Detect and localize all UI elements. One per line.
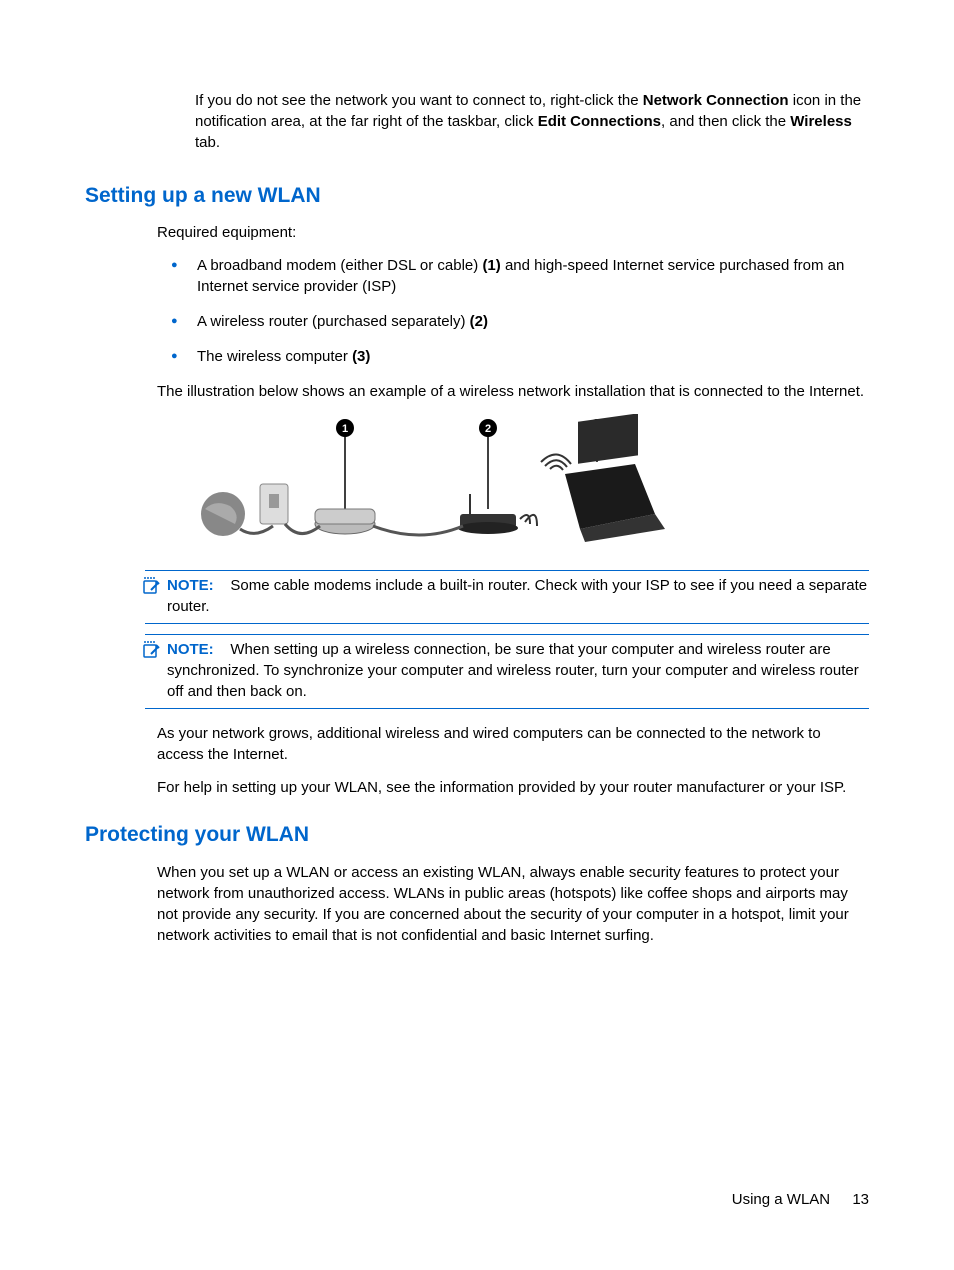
svg-text:1: 1 [342,423,348,435]
note-icon [141,639,161,659]
note-block: NOTE: Some cable modems include a built-… [145,570,869,624]
bold-text: (2) [470,313,488,330]
note-label: NOTE: [167,641,214,658]
svg-text:2: 2 [485,423,491,435]
paragraph: As your network grows, additional wirele… [157,723,869,765]
intro-paragraph: If you do not see the network you want t… [195,90,869,153]
document-page: If you do not see the network you want t… [0,0,954,1270]
required-equipment-label: Required equipment: [157,222,869,243]
bold-text: Edit Connections [538,113,661,130]
text: tab. [195,134,220,151]
note-label: NOTE: [167,577,214,594]
network-diagram: 1 2 3 [185,414,869,560]
heading-protecting-wlan: Protecting your WLAN [85,820,869,849]
list-item: A wireless router (purchased separately)… [157,311,869,332]
page-number: 13 [852,1191,869,1208]
illustration-caption: The illustration below shows an example … [157,381,869,402]
section-body: As your network grows, additional wirele… [157,723,869,798]
note-text [218,577,231,594]
bold-text: (1) [482,257,500,274]
note-icon [141,575,161,595]
paragraph: When you set up a WLAN or access an exis… [157,862,869,946]
text: , and then click the [661,113,790,130]
heading-setting-up-wlan: Setting up a new WLAN [85,181,869,210]
note-block: NOTE: When setting up a wireless connect… [145,634,869,709]
bold-text: Network Connection [643,92,789,109]
note-text: When setting up a wireless connection, b… [167,641,859,700]
text: A broadband modem (either DSL or cable) [197,257,482,274]
list-item: A broadband modem (either DSL or cable) … [157,255,869,297]
note-text [218,641,231,658]
section-body: When you set up a WLAN or access an exis… [157,862,869,946]
text: The wireless computer [197,348,352,365]
equipment-list: A broadband modem (either DSL or cable) … [157,255,869,367]
paragraph: For help in setting up your WLAN, see th… [157,777,869,798]
footer-title: Using a WLAN [732,1191,830,1208]
list-item: The wireless computer (3) [157,346,869,367]
text: A wireless router (purchased separately) [197,313,470,330]
note-text: Some cable modems include a built-in rou… [167,577,867,615]
text: If you do not see the network you want t… [195,92,643,109]
section-body: Required equipment: A broadband modem (e… [157,222,869,560]
bold-text: (3) [352,348,370,365]
bold-text: Wireless [790,113,852,130]
page-footer: Using a WLAN 13 [732,1189,869,1210]
